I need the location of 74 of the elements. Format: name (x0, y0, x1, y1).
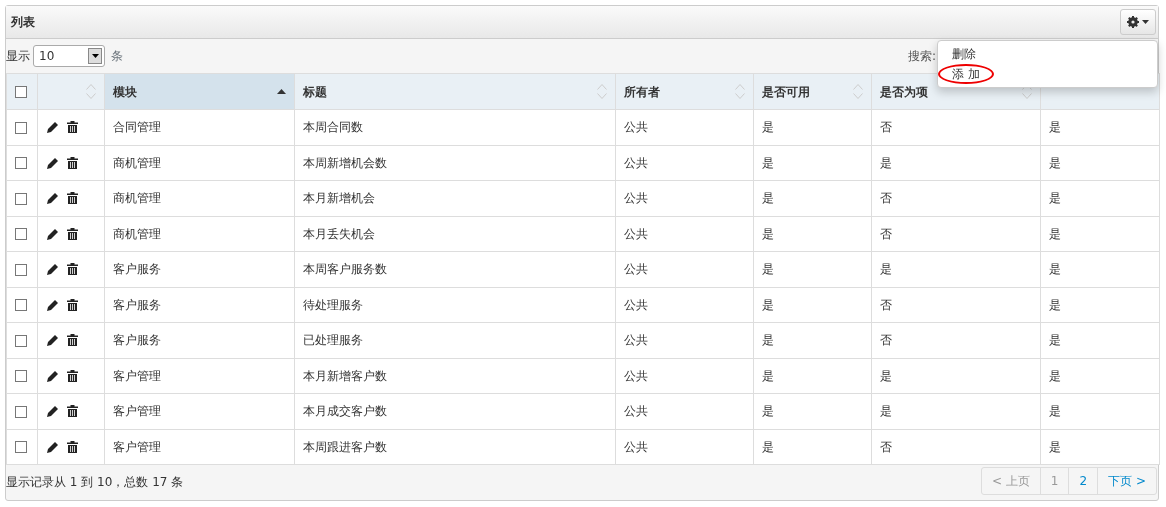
table-cell: 公共 (624, 439, 648, 454)
table-cell: 待处理服务 (303, 297, 363, 312)
table-cell: 是 (762, 333, 774, 348)
table-cell: 商机管理 (113, 155, 161, 170)
table-cell: 否 (880, 297, 892, 312)
table-cell: 否 (880, 439, 892, 454)
table-cell: 本周新增机会数 (303, 155, 387, 170)
table-cell: 合同管理 (113, 120, 161, 135)
table-cell: 本月新增客户数 (303, 368, 387, 383)
table-cell: 公共 (624, 191, 648, 206)
table-cell: 是 (1049, 120, 1061, 135)
table-cell: 是 (762, 120, 774, 135)
table-cell: 本月新增机会 (303, 191, 375, 206)
table-cell: 是 (1049, 191, 1061, 206)
table-cell: 公共 (624, 262, 648, 277)
table-cell: 是 (880, 368, 892, 383)
table-cell: 是 (762, 404, 774, 419)
table-cell: 本月丢失机会 (303, 226, 375, 241)
table-cell: 公共 (624, 368, 648, 383)
table-cell: 本周客户服务数 (303, 262, 387, 277)
length-label: 显示 (6, 48, 30, 65)
table-cell: 否 (880, 333, 892, 348)
table-cell: 客户服务 (113, 333, 161, 348)
table-cell: 公共 (624, 155, 648, 170)
table-cell: 是 (1049, 404, 1061, 419)
length-suffix: 条 (111, 48, 123, 65)
table-cell: 是 (880, 404, 892, 419)
table-cell: 是 (762, 297, 774, 312)
table-cell: 商机管理 (113, 191, 161, 206)
table-cell: 是 (1049, 368, 1061, 383)
table-cell: 本月成交客户数 (303, 404, 387, 419)
menu-item[interactable]: 添 加 (938, 64, 994, 84)
page-size-select[interactable]: 10 (33, 45, 105, 67)
page-button[interactable]: 2 (1068, 467, 1098, 494)
table-cell: 是 (762, 155, 774, 170)
record-info: 显示记录从 1 到 10，总数 17 条 (6, 474, 184, 491)
table-cell: 客户服务 (113, 297, 161, 312)
table-cell: 是 (1049, 333, 1061, 348)
column-header[interactable]: 模块 (113, 82, 137, 101)
table-cell: 客户管理 (113, 368, 161, 383)
table-cell: 是 (762, 226, 774, 241)
table-cell: 客户管理 (113, 439, 161, 454)
search-label: 搜索: (907, 48, 936, 65)
table-cell: 是 (880, 155, 892, 170)
table-cell: 否 (880, 226, 892, 241)
column-header[interactable]: 是否为项 (880, 82, 928, 101)
column-header[interactable]: 所有者 (624, 82, 660, 101)
table-cell: 公共 (624, 404, 648, 419)
table-cell: 商机管理 (113, 226, 161, 241)
table-cell: 公共 (624, 297, 648, 312)
table-cell: 是 (1049, 262, 1061, 277)
table-cell: 公共 (624, 226, 648, 241)
table-cell: 是 (762, 439, 774, 454)
table-cell: 是 (1049, 439, 1061, 454)
table-cell: 否 (880, 120, 892, 135)
table-cell: 是 (1049, 297, 1061, 312)
panel-title: 列表 (11, 14, 35, 31)
table-cell: 是 (762, 262, 774, 277)
table-cell: 公共 (624, 333, 648, 348)
table-cell: 是 (1049, 155, 1061, 170)
table-cell: 本周跟进客户数 (303, 439, 387, 454)
column-header[interactable]: 标题 (303, 82, 327, 101)
table-cell: 是 (880, 262, 892, 277)
table-cell: 公共 (624, 120, 648, 135)
table-cell: 是 (762, 191, 774, 206)
table-cell: 是 (1049, 226, 1061, 241)
table-cell: 客户管理 (113, 404, 161, 419)
table-cell: 本周合同数 (303, 120, 363, 135)
table-cell: 已处理服务 (303, 333, 363, 348)
table-cell: 客户服务 (113, 262, 161, 277)
page-button[interactable]: 下页 > (1097, 467, 1156, 494)
table-cell: 是 (762, 368, 774, 383)
table-cell: 否 (880, 191, 892, 206)
menu-item[interactable]: 删除 (938, 44, 990, 64)
